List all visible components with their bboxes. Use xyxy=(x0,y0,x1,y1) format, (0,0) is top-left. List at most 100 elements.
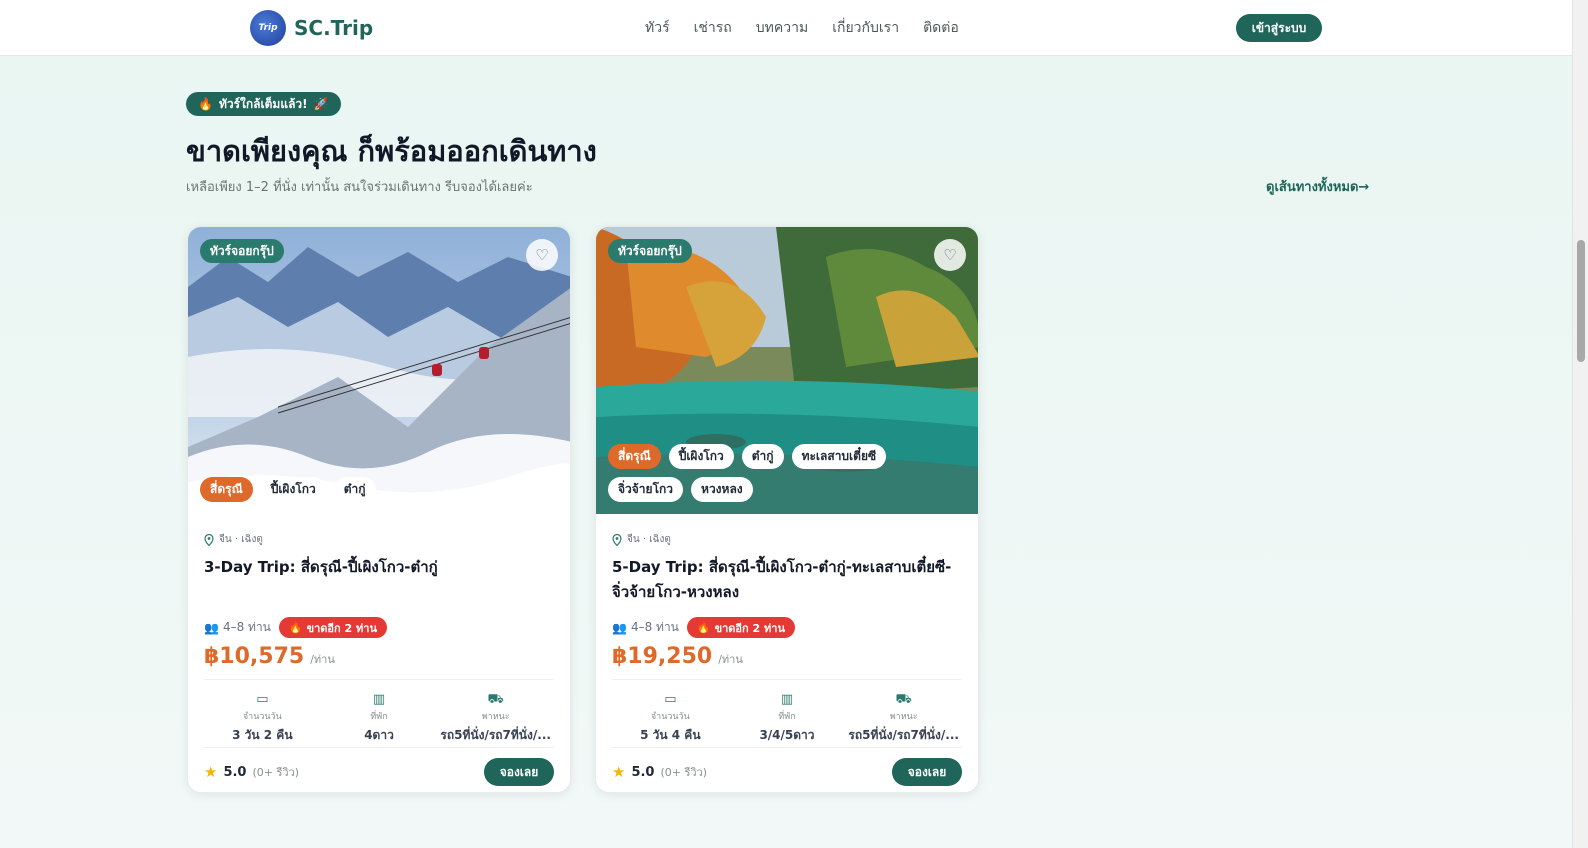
section-subtitle: เหลือเพียง 1–2 ที่นั่ง เท่านั้น สนใจร่วม… xyxy=(186,180,533,195)
tour-type-badge: ทัวร์จอยกรุ๊ป xyxy=(608,239,692,263)
destination-tag: ต๋ากู่ xyxy=(333,477,376,502)
seats-left-badge: 🔥 ขาดอีก 2 ท่าน xyxy=(686,617,795,638)
spec-value: 3 วัน 2 คืน xyxy=(232,728,293,742)
heart-icon[interactable]: ♡ xyxy=(934,239,966,271)
rocket-icon: 🚀 xyxy=(313,97,329,111)
building-icon: ▥ xyxy=(780,692,794,707)
star-icon: ★ xyxy=(612,763,626,781)
page: Trip SC.Trip ทัวร์ เช่ารถ บทความ เกี่ยวก… xyxy=(0,0,1572,848)
group-size: 👥 4–8 ท่าน xyxy=(612,618,679,637)
brand-logo[interactable]: Trip SC.Trip xyxy=(250,10,373,46)
group-size-text: 4–8 ท่าน xyxy=(222,620,271,634)
nav-articles[interactable]: บทความ xyxy=(756,17,808,39)
nav-car-rental[interactable]: เช่ารถ xyxy=(694,17,732,39)
spec-value: รถ5ที่นั่ง/รถ7ที่นั่ง/... xyxy=(848,728,959,742)
vehicle-icon: ⛟ xyxy=(895,692,912,707)
spec-vehicle: ⛟ พาหนะ รถ5ที่นั่ง/รถ7ที่นั่ง/... xyxy=(845,692,962,745)
location-text: จีน · เฉิงตู xyxy=(219,534,263,545)
destination-tag: ทะเลสาบเตี๋ยซี xyxy=(791,444,887,469)
review-count: (0+ รีวิว) xyxy=(252,766,300,779)
tour-rating: ★ 5.0 (0+ รีวิว) xyxy=(204,763,299,781)
destination-tag: ปี้เผิงโกว xyxy=(260,477,326,502)
almost-full-badge: 🔥 ทัวร์ใกล้เต็มแล้ว! 🚀 xyxy=(186,92,341,116)
tour-card[interactable]: ทัวร์จอยกรุ๊ป ♡ สี่ดรุณี ปี้เผิงโกว ต๋าก… xyxy=(595,226,979,793)
destination-tag: หวงหลง xyxy=(691,477,753,502)
tour-image-snow-mountain: ทัวร์จอยกรุ๊ป ♡ สี่ดรุณี ปี้เผิงโกว ต๋าก… xyxy=(188,227,570,514)
tour-specs: ▭ จำนวนวัน 5 วัน 4 คืน ▥ ที่พัก 3/4/5ดาว… xyxy=(612,692,962,748)
rating-value: 5.0 xyxy=(223,764,247,780)
spec-vehicle: ⛟ พาหนะ รถ5ที่นั่ง/รถ7ที่นั่ง/... xyxy=(437,692,554,745)
rating-value: 5.0 xyxy=(631,764,655,780)
spec-label: พาหนะ xyxy=(481,712,510,722)
seats-left-text: ขาดอีก 2 ท่าน xyxy=(714,621,785,635)
tour-specs: ▭ จำนวนวัน 3 วัน 2 คืน ▥ ที่พัก 4ดาว ⛟ พ… xyxy=(204,692,554,748)
fire-icon: 🔥 xyxy=(288,621,303,634)
review-count: (0+ รีวิว) xyxy=(660,766,708,779)
tour-title[interactable]: 3-Day Trip: สี่ดรุณี-ปี้เผิงโกว-ต๋ากู่ xyxy=(204,555,554,605)
logo-mark-icon: Trip xyxy=(250,10,286,46)
tour-location: จีน · เฉิงตู xyxy=(204,532,554,547)
heart-icon[interactable]: ♡ xyxy=(526,239,558,271)
seats-left-text: ขาดอีก 2 ท่าน xyxy=(306,621,377,635)
star-icon: ★ xyxy=(204,763,218,781)
nav-tours[interactable]: ทัวร์ xyxy=(645,17,670,39)
see-all-routes-link[interactable]: ดูเส้นทางทั้งหมด→ xyxy=(1266,176,1369,197)
brand-name: SC.Trip xyxy=(294,16,374,40)
spec-duration: ▭ จำนวนวัน 3 วัน 2 คืน xyxy=(204,692,321,745)
top-navbar: Trip SC.Trip ทัวร์ เช่ารถ บทความ เกี่ยวก… xyxy=(0,0,1572,56)
tour-card[interactable]: ทัวร์จอยกรุ๊ป ♡ สี่ดรุณี ปี้เผิงโกว ต๋าก… xyxy=(187,226,571,793)
login-button[interactable]: เข้าสู่ระบบ xyxy=(1236,14,1322,42)
tour-title[interactable]: 5-Day Trip: สี่ดรุณี-ปี้เผิงโกว-ต๋ากู่-ท… xyxy=(612,555,962,605)
spec-label: พาหนะ xyxy=(889,712,918,722)
location-pin-icon xyxy=(612,533,622,546)
destination-tag: จิ่วจ้ายโกว xyxy=(608,477,684,502)
destination-tag: ปี้เผิงโกว xyxy=(668,444,734,469)
tour-image-autumn-lake: ทัวร์จอยกรุ๊ป ♡ สี่ดรุณี ปี้เผิงโกว ต๋าก… xyxy=(596,227,978,514)
main-nav: ทัวร์ เช่ารถ บทความ เกี่ยวกับเรา ติดต่อ xyxy=(645,17,959,39)
snow-mountain-illustration xyxy=(188,227,570,514)
location-text: จีน · เฉิงตู xyxy=(627,534,671,545)
book-now-button[interactable]: จองเลย xyxy=(892,758,962,786)
nav-about[interactable]: เกี่ยวกับเรา xyxy=(832,17,899,39)
location-pin-icon xyxy=(204,533,214,546)
spec-value: 4ดาว xyxy=(364,728,394,742)
destination-tag: สี่ดรุณี xyxy=(200,477,253,502)
spec-value: 5 วัน 4 คืน xyxy=(640,728,701,742)
price-unit: /ท่าน xyxy=(718,653,743,666)
destination-tags: สี่ดรุณี ปี้เผิงโกว ต๋ากู่ ทะเลสาบเตี๋ยซ… xyxy=(608,444,966,502)
group-size: 👥 4–8 ท่าน xyxy=(204,618,271,637)
scrollbar-thumb[interactable] xyxy=(1577,240,1585,362)
calendar-icon: ▭ xyxy=(256,692,269,707)
fire-icon: 🔥 xyxy=(696,621,711,634)
spec-accommodation: ▥ ที่พัก 4ดาว xyxy=(321,692,438,745)
spec-label: ที่พัก xyxy=(778,712,796,722)
destination-tag: สี่ดรุณี xyxy=(608,444,661,469)
spec-label: จำนวนวัน xyxy=(650,712,690,722)
group-size-text: 4–8 ท่าน xyxy=(630,620,679,634)
spec-value: 3/4/5ดาว xyxy=(759,728,815,742)
building-icon: ▥ xyxy=(372,692,386,707)
tour-price: ฿10,575 xyxy=(204,644,305,669)
fire-icon: 🔥 xyxy=(198,97,213,111)
spec-duration: ▭ จำนวนวัน 5 วัน 4 คืน xyxy=(612,692,729,745)
people-icon: 👥 xyxy=(204,620,219,635)
vertical-scrollbar[interactable] xyxy=(1572,0,1588,848)
section-title: ขาดเพียงคุณ ก็พร้อมออกเดินทาง xyxy=(186,134,597,168)
book-now-button[interactable]: จองเลย xyxy=(484,758,554,786)
tour-location: จีน · เฉิงตู xyxy=(612,532,962,547)
destination-tag: ต๋ากู่ xyxy=(741,444,784,469)
almost-full-label: ทัวร์ใกล้เต็มแล้ว! xyxy=(218,96,308,111)
destination-tags: สี่ดรุณี ปี้เผิงโกว ต๋ากู่ xyxy=(200,477,558,502)
spec-accommodation: ▥ ที่พัก 3/4/5ดาว xyxy=(729,692,846,745)
nav-contact[interactable]: ติดต่อ xyxy=(923,17,959,39)
calendar-icon: ▭ xyxy=(664,692,677,707)
people-icon: 👥 xyxy=(612,620,627,635)
tour-price: ฿19,250 xyxy=(612,644,713,669)
tour-rating: ★ 5.0 (0+ รีวิว) xyxy=(612,763,707,781)
price-unit: /ท่าน xyxy=(310,653,335,666)
spec-label: ที่พัก xyxy=(370,712,388,722)
spec-value: รถ5ที่นั่ง/รถ7ที่นั่ง/... xyxy=(440,728,551,742)
seats-left-badge: 🔥 ขาดอีก 2 ท่าน xyxy=(278,617,387,638)
tour-type-badge: ทัวร์จอยกรุ๊ป xyxy=(200,239,284,263)
vehicle-icon: ⛟ xyxy=(487,692,504,707)
